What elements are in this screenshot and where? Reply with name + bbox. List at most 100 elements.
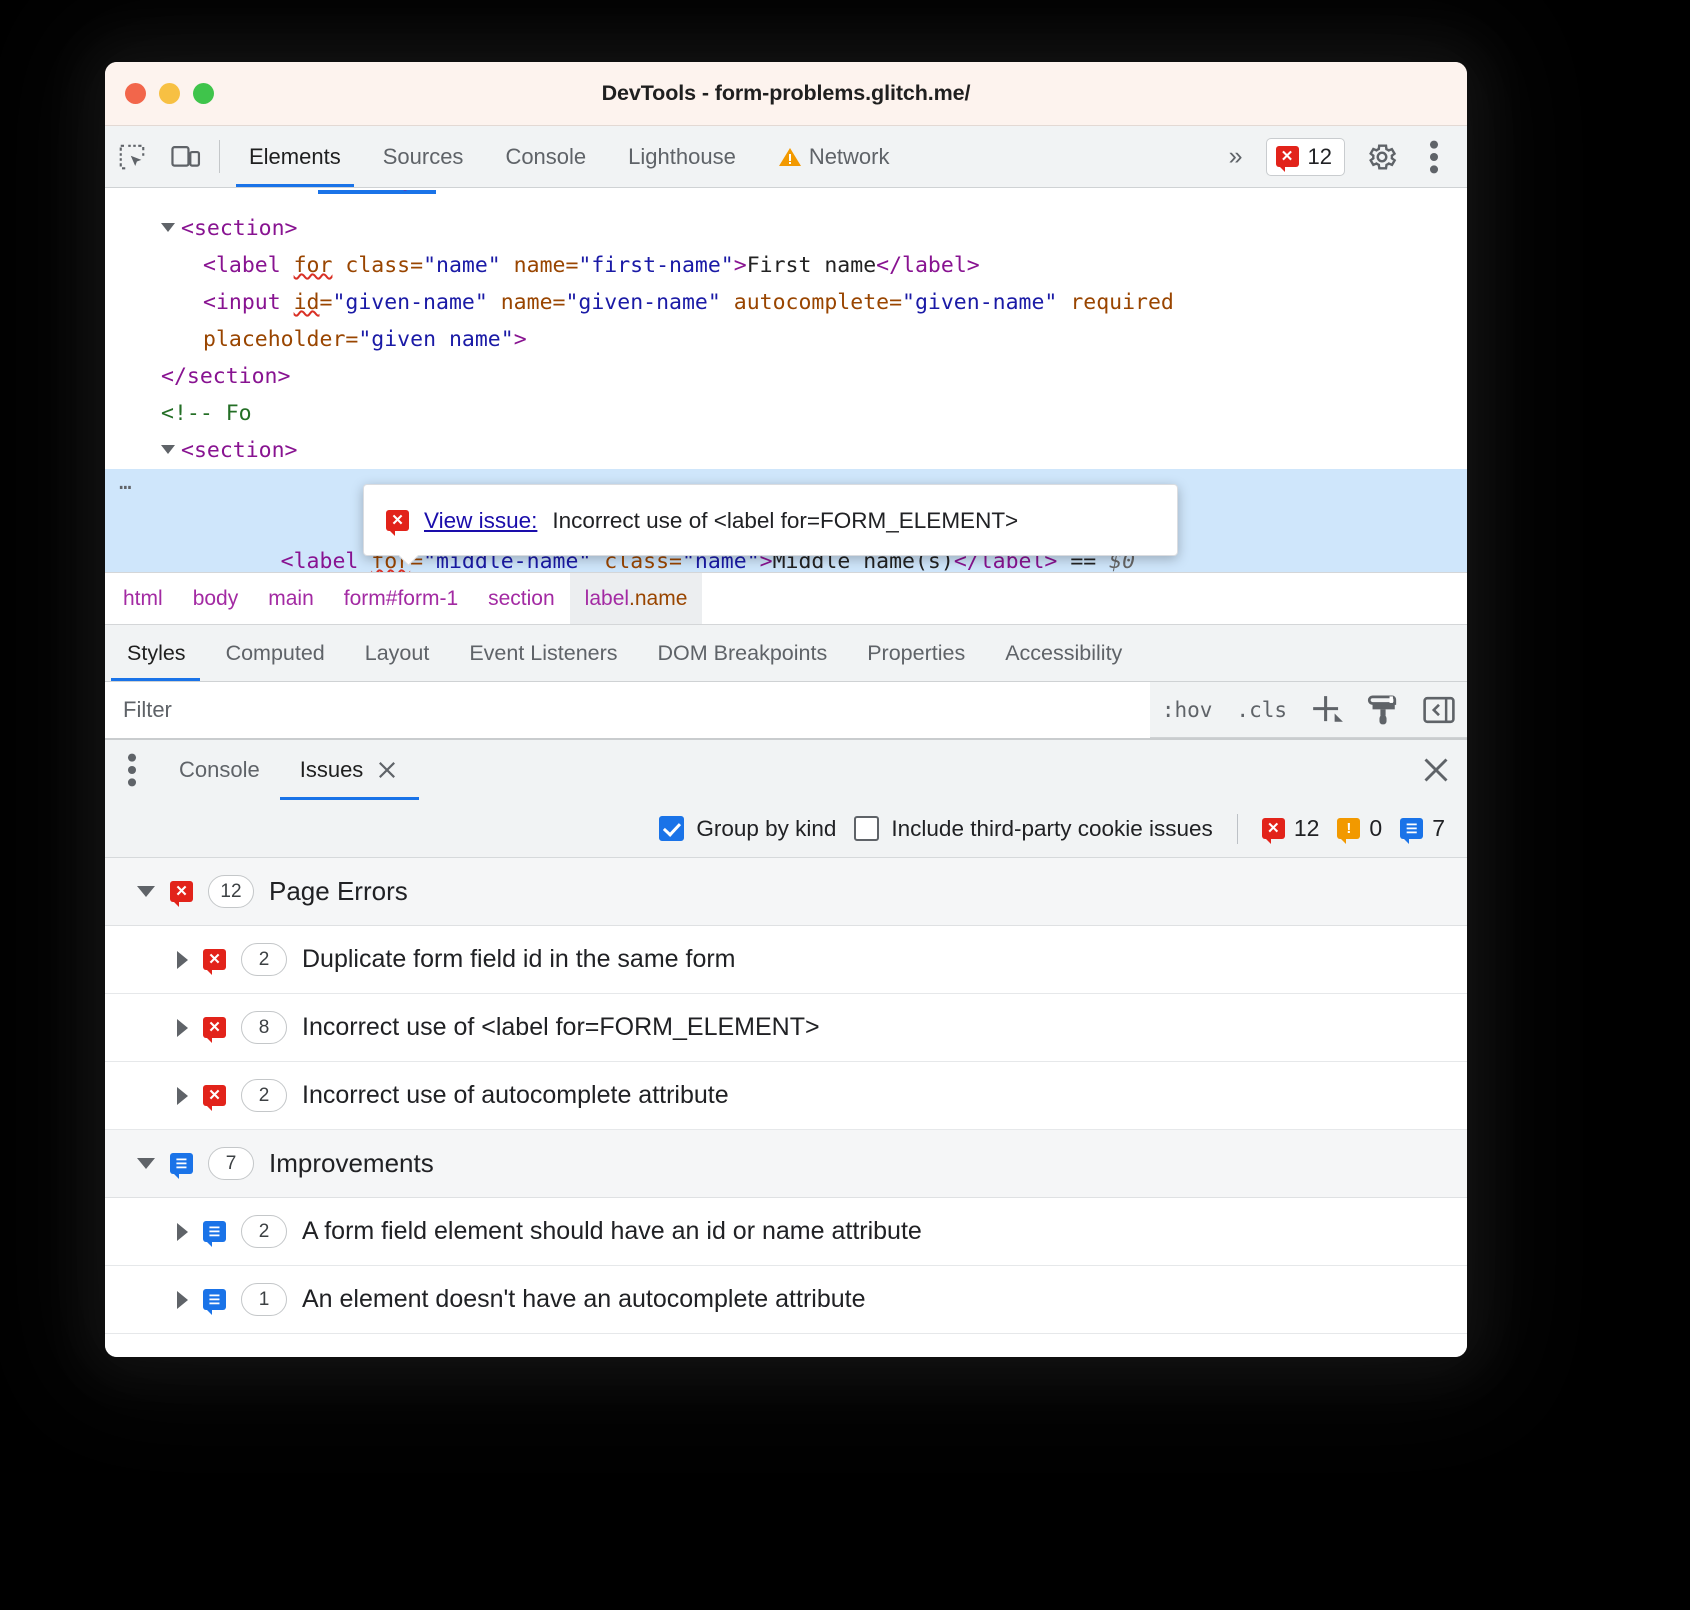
collapse-triangle-icon[interactable]: [137, 886, 155, 897]
issue-group-row[interactable]: ☰7Improvements: [105, 1130, 1467, 1198]
dom-token: <label: [281, 549, 372, 572]
dom-token: "given name": [358, 327, 513, 352]
issue-title: Duplicate form field id in the same form: [302, 945, 736, 974]
issue-count-badge: 2: [241, 1079, 287, 1112]
expand-triangle-icon[interactable]: [177, 1087, 188, 1105]
info-count-group: ☰ 7: [1400, 815, 1445, 842]
issue-count-badge: 7: [208, 1147, 254, 1180]
dom-row[interactable]: </section>: [105, 358, 1467, 395]
cls-button[interactable]: .cls: [1224, 698, 1299, 722]
kebab-menu-icon[interactable]: [1411, 140, 1457, 174]
dom-row[interactable]: <!-- Fo: [105, 395, 1467, 432]
issue-row[interactable]: ☰1An element doesn't have an autocomplet…: [105, 1266, 1467, 1334]
third-party-cookies-checkbox[interactable]: Include third-party cookie issues: [854, 816, 1212, 842]
dom-row[interactable]: <label for class="name" name="first-name…: [105, 247, 1467, 284]
error-badge-icon: ✕: [203, 1085, 226, 1106]
sidebar-tab-layout[interactable]: Layout: [345, 625, 450, 681]
expand-triangle-icon[interactable]: [177, 1019, 188, 1037]
error-badge-icon: ✕: [170, 881, 193, 902]
expand-triangle-icon[interactable]: [161, 445, 175, 454]
issue-row[interactable]: ✕ 2 Incorrect use of autocomplete attribut…: [105, 1062, 1467, 1130]
issue-title: Incorrect use of autocomplete attribute: [302, 1081, 729, 1110]
dom-tree[interactable]: </body> <section><label for class="name"…: [105, 188, 1467, 572]
tab-sources[interactable]: Sources: [362, 126, 485, 187]
sidebar-tab-dom-breakpoints[interactable]: DOM Breakpoints: [638, 625, 848, 681]
sidebar-toggle-icon[interactable]: [1411, 694, 1467, 726]
warning-badge-icon: !: [1337, 818, 1360, 839]
error-count-value: 12: [1308, 144, 1332, 170]
error-count-group: ✕ 12: [1262, 815, 1320, 842]
breadcrumb-item-section[interactable]: section: [473, 573, 570, 624]
view-issue-link[interactable]: View issue:: [424, 502, 537, 539]
tab-elements[interactable]: Elements: [228, 126, 362, 187]
issue-row[interactable]: ☰2A form field element should have an id…: [105, 1198, 1467, 1266]
tooltip-message: Incorrect use of <label for=FORM_ELEMENT…: [552, 502, 1018, 539]
breadcrumb-label: body: [193, 587, 239, 611]
breadcrumb-class: .name: [629, 587, 687, 611]
collapse-triangle-icon[interactable]: [137, 1158, 155, 1169]
breadcrumb-item-main[interactable]: main: [253, 573, 329, 624]
dom-row[interactable]: <section>: [105, 210, 1467, 247]
tab-lighthouse[interactable]: Lighthouse: [607, 126, 757, 187]
gear-icon[interactable]: [1357, 141, 1407, 173]
info-count-value: 7: [1432, 815, 1445, 842]
tab-sources-label: Sources: [383, 144, 464, 170]
panel-tabs: Elements Sources Console Lighthouse: [228, 126, 911, 187]
expand-triangle-icon[interactable]: [177, 1291, 188, 1309]
more-tabs-button[interactable]: »: [1215, 142, 1254, 171]
sidebar-tab-accessibility[interactable]: Accessibility: [985, 625, 1142, 681]
drawer-kebab-menu-icon[interactable]: [105, 740, 159, 800]
third-party-cookies-label: Include third-party cookie issues: [891, 816, 1212, 842]
paintbrush-icon[interactable]: [1355, 693, 1411, 727]
tab-network[interactable]: Network: [757, 126, 911, 187]
inspect-element-icon[interactable]: [105, 126, 159, 187]
sidebar-tab-label: Layout: [365, 641, 430, 666]
breadcrumb-item-html[interactable]: html: [105, 573, 178, 624]
breadcrumb-item-label-name[interactable]: label.name: [570, 573, 703, 624]
issue-tooltip[interactable]: ✕ View issue: Incorrect use of <label fo…: [363, 484, 1178, 556]
sidebar-tab-styles[interactable]: Styles: [105, 625, 206, 681]
sidebar-tab-computed[interactable]: Computed: [206, 625, 345, 681]
error-count-pill[interactable]: ✕ 12: [1266, 138, 1345, 176]
drawer-tab-issues[interactable]: Issues: [280, 740, 420, 800]
dom-token: "given-name": [332, 290, 487, 315]
third-party-cookies-checkbox-box[interactable]: [854, 816, 879, 841]
info-badge-icon: ☰: [170, 1153, 193, 1174]
plus-icon[interactable]: [1299, 692, 1355, 728]
issue-row[interactable]: ✕8Incorrect use of <label for=FORM_ELEME…: [105, 994, 1467, 1062]
group-by-kind-checkbox-box[interactable]: [659, 816, 684, 841]
dom-token: </label>: [876, 253, 980, 278]
styles-filter-bar: :hov .cls: [105, 682, 1467, 738]
dom-token: >: [734, 253, 747, 278]
filter-input[interactable]: [105, 682, 1150, 738]
dom-token: <input: [203, 290, 294, 315]
breadcrumb-label: section: [488, 587, 555, 611]
breadcrumb-item-form-form-1[interactable]: form#form-1: [329, 573, 473, 624]
expand-triangle-icon[interactable]: [177, 951, 188, 969]
sidebar-tab-properties[interactable]: Properties: [847, 625, 985, 681]
device-toolbar-icon[interactable]: [159, 126, 213, 187]
issue-group-row[interactable]: ✕12Page Errors: [105, 858, 1467, 926]
dom-row-overflow-icon[interactable]: ⋯: [119, 469, 133, 506]
dom-token: name=: [488, 290, 566, 315]
styles-sidebar-tabs: StylesComputed Layout Event ListenersDOM B…: [105, 624, 1467, 682]
group-by-kind-checkbox[interactable]: Group by kind: [659, 816, 836, 842]
expand-triangle-icon[interactable]: [177, 1223, 188, 1241]
issue-row[interactable]: ✕2Duplicate form field id in the same fo…: [105, 926, 1467, 994]
expand-triangle-icon[interactable]: [161, 223, 175, 232]
dom-token: id: [294, 290, 320, 315]
close-tab-icon[interactable]: [375, 758, 399, 782]
issues-list[interactable]: ✕12Page Errors✕2Duplicate form field id …: [105, 858, 1467, 1357]
toolbar-divider: [1237, 814, 1238, 844]
dom-row[interactable]: <input id="given-name" name="given-name"…: [105, 284, 1467, 321]
dom-row[interactable]: <section>: [105, 432, 1467, 469]
sidebar-tab-event-listeners[interactable]: Event Listeners: [449, 625, 637, 681]
breadcrumb-item-body[interactable]: body: [178, 573, 254, 624]
dom-token: >: [514, 327, 527, 352]
dom-token: <!-- Fo: [161, 401, 252, 426]
close-drawer-icon[interactable]: [1405, 740, 1467, 800]
dom-row[interactable]: placeholder="given name">: [105, 321, 1467, 358]
tab-console[interactable]: Console: [484, 126, 607, 187]
drawer-tab-console[interactable]: Console: [159, 740, 280, 800]
hov-button[interactable]: :hov: [1150, 698, 1225, 722]
